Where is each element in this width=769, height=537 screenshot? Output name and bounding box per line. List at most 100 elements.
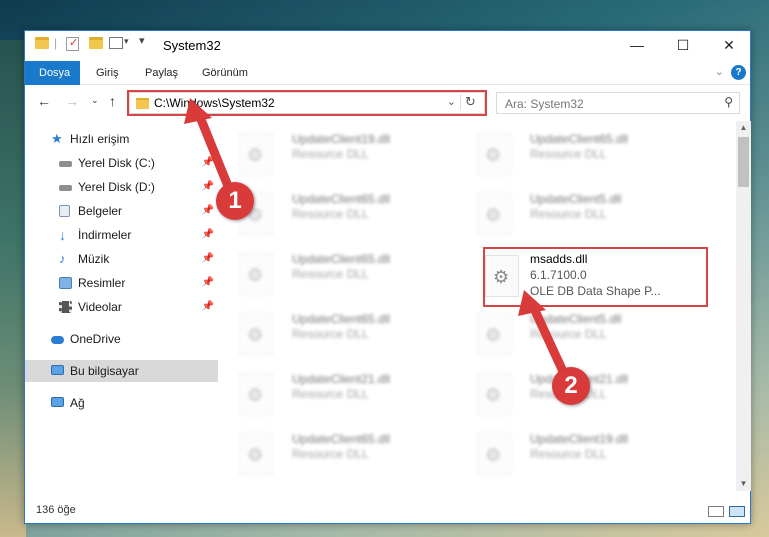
sidebar-item-label: Hızlı erişim <box>70 132 130 146</box>
search-placeholder: Ara: System32 <box>505 97 584 111</box>
file-item[interactable]: ⚙ UpdateClient19.dll Resource DLL <box>459 427 689 483</box>
pin-icon[interactable]: 📌 <box>202 272 214 294</box>
sidebar-item-videos[interactable]: Videolar 📌 <box>25 296 218 318</box>
tab-gorunum[interactable]: Görünüm <box>188 61 262 85</box>
file-item[interactable]: ⚙ UpdateClient65.dll Resource DLL <box>459 127 689 183</box>
search-icon[interactable]: ⚲ <box>724 95 733 109</box>
file-item[interactable]: ⚙ UpdateClient19.dll Resource DLL <box>221 127 451 183</box>
details-view-icon[interactable] <box>708 506 724 517</box>
pin-icon[interactable]: 📌 <box>202 152 214 174</box>
tab-giris[interactable]: Giriş <box>82 61 133 85</box>
file-description: Resource DLL <box>292 387 369 401</box>
dll-file-icon: ⚙ <box>477 373 511 415</box>
desktop-background <box>0 40 26 537</box>
file-name: UpdateClient21.dll <box>292 372 391 386</box>
dll-file-icon: ⚙ <box>477 133 511 175</box>
customize-icon[interactable] <box>109 37 123 49</box>
title-bar: | ✓ ▾ ▾ System32 ― ☐ ✕ <box>25 31 750 61</box>
dll-file-icon: ⚙ <box>239 133 273 175</box>
pin-icon[interactable]: 📌 <box>202 248 214 270</box>
file-item-msadds[interactable]: ⚙ msadds.dll 6.1.7100.0 OLE DB Data Shap… <box>483 247 708 307</box>
dll-file-icon: ⚙ <box>239 373 273 415</box>
sidebar-item-onedrive[interactable]: OneDrive <box>25 328 218 350</box>
large-icons-view-icon[interactable] <box>729 506 745 517</box>
dll-file-icon: ⚙ <box>239 313 273 355</box>
tab-dosya[interactable]: Dosya <box>25 61 80 85</box>
sidebar-item-local-disk-c[interactable]: Yerel Disk (C:) 📌 <box>25 152 218 174</box>
documents-icon <box>59 205 70 217</box>
sidebar-item-this-pc[interactable]: Bu bilgisayar <box>25 360 218 382</box>
sidebar-item-label: Videolar <box>78 300 122 314</box>
dll-file-icon: ⚙ <box>239 253 273 295</box>
file-description: Resource DLL <box>530 447 607 461</box>
file-item[interactable]: ⚙ UpdateClient65.dll Resource DLL <box>221 307 451 363</box>
file-version: 6.1.7100.0 <box>530 268 587 282</box>
navigation-bar: ← → ⌄ ↑ C:\Windows\System32 ⌄ ↻ Ara: Sys… <box>25 85 750 119</box>
file-item[interactable]: ⚙ UpdateClient5.dll Resource DLL <box>459 307 689 363</box>
file-item[interactable]: ⚙ UpdateClient65.dll Resource DLL <box>221 247 451 303</box>
pin-icon[interactable]: 📌 <box>202 224 214 246</box>
file-item[interactable]: ⚙ UpdateClient21.dll Resource DLL <box>221 367 451 423</box>
forward-button[interactable]: → <box>65 93 79 109</box>
back-button[interactable]: ← <box>37 93 51 109</box>
scroll-thumb[interactable] <box>738 137 749 187</box>
minimize-button[interactable]: ― <box>614 31 660 61</box>
sidebar-item-label: Yerel Disk (C:) <box>78 156 155 170</box>
quick-access-dropdown[interactable]: ▾ <box>139 34 145 47</box>
step-2-badge: 2 <box>552 367 590 405</box>
ribbon-expand-icon[interactable]: ⌄ <box>715 65 724 78</box>
vertical-scrollbar[interactable]: ▲ ▼ <box>736 121 751 491</box>
help-icon[interactable]: ? <box>731 65 746 80</box>
file-name: UpdateClient5.dll <box>530 192 622 206</box>
sidebar-item-quick-access[interactable]: ★ Hızlı erişim <box>25 128 218 150</box>
search-input[interactable]: Ara: System32 ⚲ <box>496 92 740 114</box>
pin-icon[interactable]: 📌 <box>202 296 214 318</box>
file-description: Resource DLL <box>530 147 607 161</box>
sidebar-item-label: Ağ <box>70 396 85 410</box>
drive-icon <box>59 185 72 191</box>
new-folder-icon[interactable] <box>89 37 103 49</box>
file-name: UpdateClient65.dll <box>292 192 391 206</box>
sidebar-item-music[interactable]: ♪ Müzik 📌 <box>25 248 218 270</box>
file-explorer-window: | ✓ ▾ ▾ System32 ― ☐ ✕ Dosya Giriş Payla… <box>24 30 751 524</box>
file-name: UpdateClient65.dll <box>292 432 391 446</box>
file-name: UpdateClient65.dll <box>530 132 629 146</box>
file-name: UpdateClient65.dll <box>292 312 391 326</box>
sidebar-item-downloads[interactable]: ↓ İndirmeler 📌 <box>25 224 218 246</box>
file-item[interactable]: ⚙ UpdateClient65.dll Resource DLL <box>221 187 451 243</box>
network-icon <box>51 397 64 407</box>
drive-icon <box>59 161 72 167</box>
sidebar-item-label: Bu bilgisayar <box>70 364 139 378</box>
sidebar-item-label: Resimler <box>78 276 126 290</box>
computer-icon <box>51 365 64 375</box>
sidebar-item-documents[interactable]: Belgeler 📌 <box>25 200 218 222</box>
sidebar-item-pictures[interactable]: Resimler 📌 <box>25 272 218 294</box>
sidebar-item-local-disk-d[interactable]: Yerel Disk (D:) 📌 <box>25 176 218 198</box>
ribbon: Dosya Giriş Paylaş Görünüm ⌄ ? <box>25 61 750 85</box>
recent-locations-button[interactable]: ⌄ <box>91 95 99 106</box>
sidebar-item-network[interactable]: Ağ <box>25 392 218 414</box>
step-1-badge: 1 <box>216 182 254 220</box>
file-description: Resource DLL <box>292 327 369 341</box>
properties-icon[interactable]: ✓ <box>66 37 79 51</box>
scroll-down-button[interactable]: ▼ <box>736 477 751 491</box>
pin-icon[interactable]: 📌 <box>202 176 214 198</box>
up-button[interactable]: ↑ <box>109 93 116 109</box>
scroll-up-button[interactable]: ▲ <box>736 121 751 135</box>
maximize-button[interactable]: ☐ <box>660 31 706 61</box>
close-button[interactable]: ✕ <box>706 31 752 61</box>
sidebar-item-label: Belgeler <box>78 204 123 218</box>
dll-file-icon: ⚙ <box>477 193 511 235</box>
dll-file-icon: ⚙ <box>485 255 519 297</box>
file-item[interactable]: ⚙ UpdateClient5.dll Resource DLL <box>459 187 689 243</box>
download-icon: ↓ <box>59 227 66 243</box>
dll-file-icon: ⚙ <box>477 433 511 475</box>
video-icon <box>59 301 72 313</box>
chevron-down-icon[interactable]: ▾ <box>124 36 129 47</box>
tab-paylas[interactable]: Paylaş <box>131 61 192 85</box>
file-list: ⚙ UpdateClient19.dll Resource DLL ⚙ Upda… <box>221 121 735 491</box>
file-item[interactable]: ⚙ UpdateClient65.dll Resource DLL <box>221 427 451 483</box>
music-icon: ♪ <box>59 251 66 266</box>
star-icon: ★ <box>51 131 63 146</box>
pin-icon[interactable]: 📌 <box>202 200 214 222</box>
